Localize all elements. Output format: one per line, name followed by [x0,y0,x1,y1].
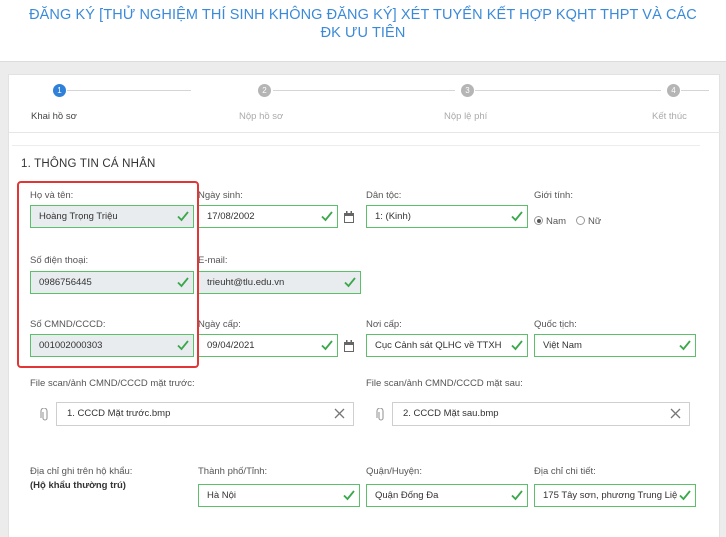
paperclip-icon [40,408,48,421]
email-label: E-mail: [198,255,228,266]
page-header: ĐĂNG KÝ [THỬ NGHIỆM THÍ SINH KHÔNG ĐĂNG … [0,0,726,62]
check-icon [679,340,691,351]
issue-date-value: 09/04/2021 [207,340,255,351]
issue-date-field[interactable]: 09/04/2021 [198,334,338,357]
highlight-box [17,181,199,368]
detail-address-input[interactable]: 175 Tây sơn, phương Trung Liệ [534,484,696,507]
paperclip-icon [376,408,384,421]
section-title: 1. THÔNG TIN CÁ NHÂN [21,158,156,170]
step-label: Nộp hồ sơ [239,111,284,122]
check-icon [511,340,523,351]
address-sublabel-text: (Hộ khẩu thường trú) [30,480,126,491]
gender-radio-nu[interactable]: Nữ [576,216,601,227]
issue-date-label: Ngày cấp: [198,319,241,330]
step-label: Kết thúc [652,111,687,122]
step-number: 3 [461,84,474,97]
dob-label: Ngày sinh: [198,190,243,201]
page-title: ĐĂNG KÝ [THỬ NGHIỆM THÍ SINH KHÔNG ĐĂNG … [29,7,697,41]
step-connector [475,90,661,91]
check-icon [511,490,523,501]
calendar-icon[interactable] [343,339,355,353]
issue-place-select[interactable]: Cục Cảnh sát QLHC về TTXH [366,334,528,357]
check-icon [344,277,356,288]
nationality-value: Việt Nam [543,340,582,351]
detail-label: Địa chỉ chi tiết: [534,466,596,477]
city-select[interactable]: Hà Nội [198,484,360,507]
step-label: Khai hồ sơ [31,111,77,122]
district-label: Quận/Huyện: [366,466,422,477]
radio-selected [534,216,543,225]
issue-place-label: Nơi cấp: [366,319,402,330]
step-number: 4 [667,84,680,97]
district-value: Quận Đống Đa [375,490,439,501]
email-value: trieuht@tlu.edu.vn [207,277,285,288]
address-sublabel: (Hộ khẩu thường trú) [30,480,126,491]
step-number: 2 [258,84,271,97]
close-icon[interactable] [334,408,345,419]
step-connector [273,90,455,91]
id-front-filename: 1. CCCD Mặt trước.bmp [67,408,171,419]
dob-value: 17/08/2002 [207,211,255,222]
dob-field[interactable]: 17/08/2002 [198,205,338,228]
city-label: Thành phố/Tỉnh: [198,466,268,477]
address-label: Địa chỉ ghi trên hộ khẩu: [30,466,133,477]
radio-unselected [576,216,585,225]
id-back-file[interactable]: 2. CCCD Mặt sau.bmp [392,402,690,426]
step-connector [681,90,709,91]
id-front-file[interactable]: 1. CCCD Mặt trước.bmp [56,402,354,426]
stepper: 1 Khai hồ sơ 2 Nộp hồ sơ 3 Nộp lệ phí 4 … [9,75,721,133]
gender-option-nam: Nam [546,216,567,227]
step-label: Nộp lệ phí [444,111,488,122]
step-number: 1 [53,84,66,97]
check-icon [321,211,333,222]
detail-value: 175 Tây sơn, phương Trung Liệ [543,490,678,501]
gender-radio-nam[interactable]: Nam [534,216,566,227]
gender-option-nu: Nữ [588,216,602,227]
step-connector [67,90,191,91]
id-back-label: File scan/ảnh CMND/CCCD mặt sau: [366,378,523,389]
check-icon [343,490,355,501]
nationality-label: Quốc tịch: [534,319,577,330]
calendar-icon[interactable] [343,210,355,224]
section-divider [12,145,700,146]
check-icon [511,211,523,222]
city-value: Hà Nội [207,490,237,501]
issue-place-value: Cục Cảnh sát QLHC về TTXH [375,340,502,351]
id-back-filename: 2. CCCD Mặt sau.bmp [403,408,499,419]
id-front-label: File scan/ảnh CMND/CCCD mặt trước: [30,378,195,389]
check-icon [679,490,691,501]
ethnicity-label: Dân tộc: [366,190,402,201]
district-select[interactable]: Quận Đống Đa [366,484,528,507]
gender-label: Giới tính: [534,190,573,201]
close-icon[interactable] [670,408,681,419]
ethnicity-select[interactable]: 1: (Kinh) [366,205,528,228]
check-icon [321,340,333,351]
email-field[interactable]: trieuht@tlu.edu.vn [198,271,361,294]
ethnicity-value: 1: (Kinh) [375,211,411,222]
nationality-select[interactable]: Việt Nam [534,334,696,357]
